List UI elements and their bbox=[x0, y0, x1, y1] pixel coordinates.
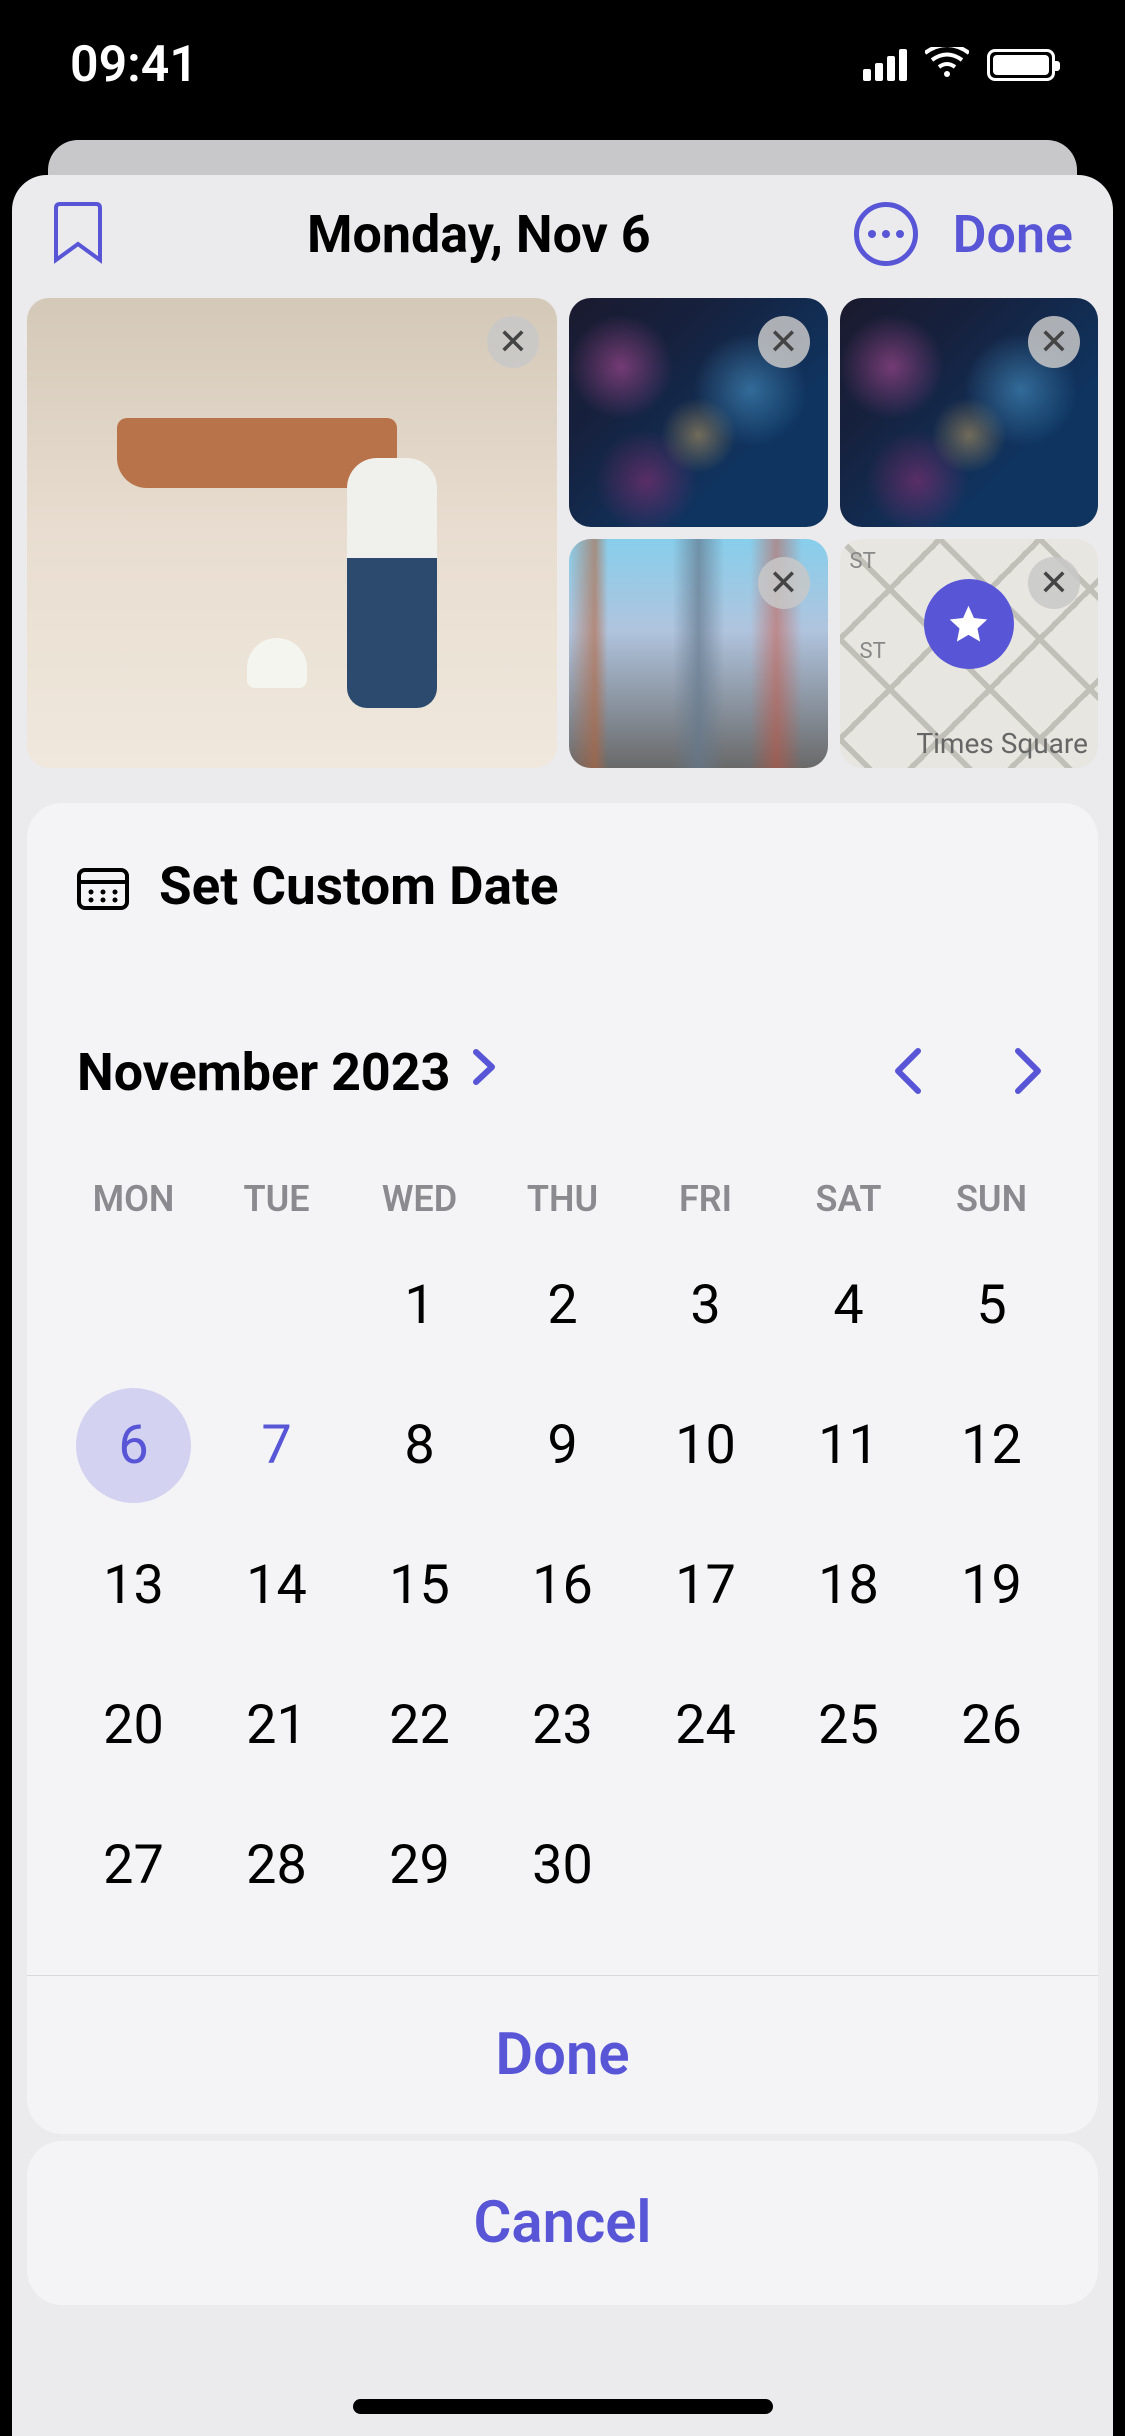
done-button[interactable]: Done bbox=[953, 204, 1073, 265]
date-done-button[interactable]: Done bbox=[27, 1975, 1098, 2134]
previous-month-button[interactable] bbox=[888, 1043, 928, 1103]
calendar-day[interactable]: 2 bbox=[491, 1274, 634, 1337]
map-thumbnail[interactable]: ST ST Times Square ✕ bbox=[840, 539, 1099, 768]
photo-thumbnail[interactable]: ✕ bbox=[569, 298, 828, 527]
weekday-label: MON bbox=[62, 1178, 205, 1220]
cellular-signal-icon bbox=[863, 49, 907, 81]
header: Monday, Nov 6 Done bbox=[12, 175, 1113, 298]
more-options-icon[interactable] bbox=[854, 202, 918, 266]
date-sheet-title: Set Custom Date bbox=[159, 855, 559, 917]
calendar-day[interactable]: 28 bbox=[205, 1834, 348, 1897]
weekday-label: WED bbox=[348, 1178, 491, 1220]
calendar-day[interactable]: 23 bbox=[491, 1694, 634, 1757]
weekday-label: FRI bbox=[634, 1178, 777, 1220]
month-navigation: November 2023 bbox=[27, 957, 1098, 1143]
month-year-label: November 2023 bbox=[77, 1042, 450, 1103]
calendar-day[interactable]: 26 bbox=[920, 1694, 1063, 1757]
photo-thumbnail[interactable]: ✕ bbox=[840, 298, 1099, 527]
calendar-day[interactable]: 19 bbox=[920, 1554, 1063, 1617]
remove-photo-icon[interactable]: ✕ bbox=[1028, 557, 1080, 609]
calendar-day[interactable]: 21 bbox=[205, 1694, 348, 1757]
calendar-day[interactable]: 20 bbox=[62, 1694, 205, 1757]
calendar-icon bbox=[77, 862, 129, 910]
month-year-selector[interactable]: November 2023 bbox=[77, 1042, 498, 1103]
calendar-day[interactable]: 16 bbox=[491, 1554, 634, 1617]
calendar-day[interactable]: 10 bbox=[634, 1414, 777, 1477]
calendar-day[interactable]: 3 bbox=[634, 1274, 777, 1337]
home-indicator[interactable] bbox=[353, 2399, 773, 2414]
header-title: Monday, Nov 6 bbox=[307, 204, 651, 265]
remove-photo-icon[interactable]: ✕ bbox=[1028, 316, 1080, 368]
calendar-day[interactable]: 5 bbox=[920, 1274, 1063, 1337]
map-location-label: Times Square bbox=[916, 727, 1088, 760]
status-time: 09:41 bbox=[70, 36, 198, 94]
bookmark-icon[interactable] bbox=[52, 200, 104, 268]
weekday-headers: MON TUE WED THU FRI SAT SUN bbox=[27, 1143, 1098, 1235]
calendar-day[interactable]: 27 bbox=[62, 1834, 205, 1897]
calendar-day[interactable]: 18 bbox=[777, 1554, 920, 1617]
weekday-label: SUN bbox=[920, 1178, 1063, 1220]
main-sheet: Monday, Nov 6 Done ✕ ✕ bbox=[12, 175, 1113, 2436]
status-bar: 09:41 bbox=[0, 0, 1125, 130]
next-month-button[interactable] bbox=[1008, 1043, 1048, 1103]
calendar-day[interactable]: 24 bbox=[634, 1694, 777, 1757]
remove-photo-icon[interactable]: ✕ bbox=[758, 316, 810, 368]
remove-photo-icon[interactable]: ✕ bbox=[487, 316, 539, 368]
weekday-label: TUE bbox=[205, 1178, 348, 1220]
battery-icon bbox=[987, 49, 1055, 81]
remove-photo-icon[interactable]: ✕ bbox=[758, 557, 810, 609]
chevron-right-icon bbox=[470, 1046, 498, 1099]
map-pin-icon bbox=[924, 579, 1014, 669]
calendar-day[interactable]: 1 bbox=[348, 1274, 491, 1337]
photo-grid: ✕ ✕ ✕ ✕ bbox=[12, 298, 1113, 768]
calendar-day[interactable]: 22 bbox=[348, 1694, 491, 1757]
photo-thumbnail-large[interactable]: ✕ bbox=[27, 298, 557, 768]
calendar-day[interactable]: 17 bbox=[634, 1554, 777, 1617]
calendar-day[interactable]: 8 bbox=[348, 1414, 491, 1477]
calendar-day[interactable]: 6 bbox=[62, 1414, 205, 1477]
calendar-day[interactable]: 11 bbox=[777, 1414, 920, 1477]
date-sheet-header: Set Custom Date bbox=[27, 803, 1098, 957]
cancel-button[interactable]: Cancel bbox=[27, 2141, 1098, 2305]
map-street-label: ST bbox=[860, 639, 886, 664]
calendar-day[interactable]: 4 bbox=[777, 1274, 920, 1337]
map-street-label: ST bbox=[850, 549, 876, 574]
photo-thumbnail[interactable]: ✕ bbox=[569, 539, 828, 768]
weekday-label: SAT bbox=[777, 1178, 920, 1220]
date-picker-sheet: Set Custom Date November 2023 MON T bbox=[27, 803, 1098, 2134]
calendar-day[interactable]: 25 bbox=[777, 1694, 920, 1757]
calendar-day[interactable]: 12 bbox=[920, 1414, 1063, 1477]
calendar-day[interactable]: 29 bbox=[348, 1834, 491, 1897]
calendar-day[interactable]: 15 bbox=[348, 1554, 491, 1617]
status-icons bbox=[863, 47, 1055, 83]
calendar-day[interactable]: 14 bbox=[205, 1554, 348, 1617]
calendar-day[interactable]: 9 bbox=[491, 1414, 634, 1477]
calendar-day[interactable]: 30 bbox=[491, 1834, 634, 1897]
wifi-icon bbox=[925, 47, 969, 83]
calendar-day[interactable]: 7 bbox=[205, 1414, 348, 1477]
calendar-day[interactable]: 13 bbox=[62, 1554, 205, 1617]
weekday-label: THU bbox=[491, 1178, 634, 1220]
calendar-grid: 1234567891011121314151617181920212223242… bbox=[27, 1235, 1098, 1975]
